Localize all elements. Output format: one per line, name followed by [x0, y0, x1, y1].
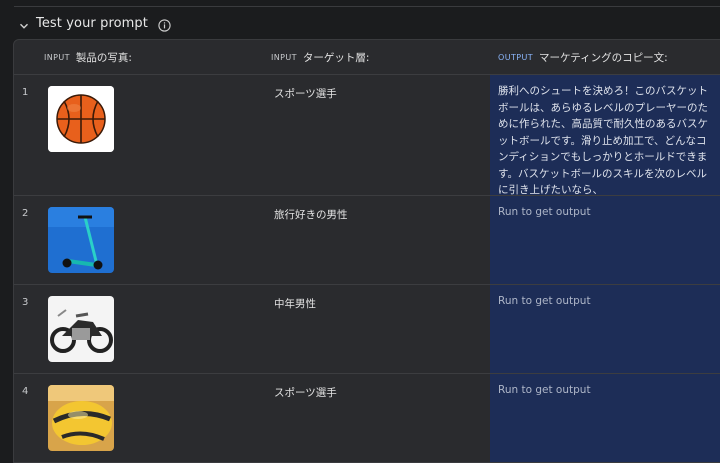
target-audience[interactable]: スポーツ選手 — [274, 86, 337, 101]
column-header-output: OUTPUT マーケティングのコピー文: — [498, 40, 668, 74]
info-icon[interactable] — [158, 17, 171, 32]
table-row[interactable]: 1 スポーツ選手 勝利へのシュートを決めろ！このバスケットボールは、あらゆるレベ… — [14, 75, 720, 196]
output-placeholder: Run to get output — [498, 295, 591, 307]
output-placeholder: Run to get output — [498, 206, 591, 218]
column-header-target: INPUT ターゲット層: — [271, 40, 369, 74]
section-title: Test your prompt — [36, 15, 148, 31]
product-image-volleyball[interactable] — [48, 385, 114, 451]
output-text: 勝利へのシュートを決めろ！このバスケットボールは、あらゆるレベルのプレーヤーのた… — [498, 85, 708, 196]
table-row[interactable]: 4 スポーツ選手 Run to get output — [14, 374, 720, 462]
test-prompt-header[interactable]: Test your prompt — [18, 13, 171, 33]
product-image-basketball[interactable] — [48, 86, 114, 152]
column-label: マーケティングのコピー文: — [539, 51, 668, 64]
row-number: 2 — [22, 208, 29, 219]
chevron-down-icon[interactable] — [18, 17, 30, 29]
row-number: 4 — [22, 386, 29, 397]
product-image-scooter[interactable] — [48, 207, 114, 273]
table-row[interactable]: 2 旅行好きの男性 Run to get output — [14, 196, 720, 285]
column-label: 製品の写真: — [75, 51, 132, 64]
row-number: 1 — [22, 87, 29, 98]
column-header-product-photo: INPUT 製品の写真: — [44, 40, 132, 74]
divider — [14, 6, 720, 7]
output-tag: OUTPUT — [498, 52, 534, 62]
output-placeholder: Run to get output — [498, 384, 591, 396]
target-audience[interactable]: スポーツ選手 — [274, 385, 337, 400]
row-number: 3 — [22, 297, 29, 308]
input-tag: INPUT — [44, 52, 70, 62]
target-audience[interactable]: 旅行好きの男性 — [274, 207, 348, 222]
product-image-motorcycle[interactable] — [48, 296, 114, 362]
prompt-test-table: INPUT 製品の写真: INPUT ターゲット層: OUTPUT マーケティン… — [13, 39, 720, 463]
target-audience[interactable]: 中年男性 — [274, 296, 316, 311]
column-label: ターゲット層: — [302, 51, 370, 64]
table-header: INPUT 製品の写真: INPUT ターゲット層: OUTPUT マーケティン… — [14, 40, 720, 75]
input-tag: INPUT — [271, 52, 297, 62]
table-row[interactable]: 3 中年男性 Run to get output — [14, 285, 720, 374]
